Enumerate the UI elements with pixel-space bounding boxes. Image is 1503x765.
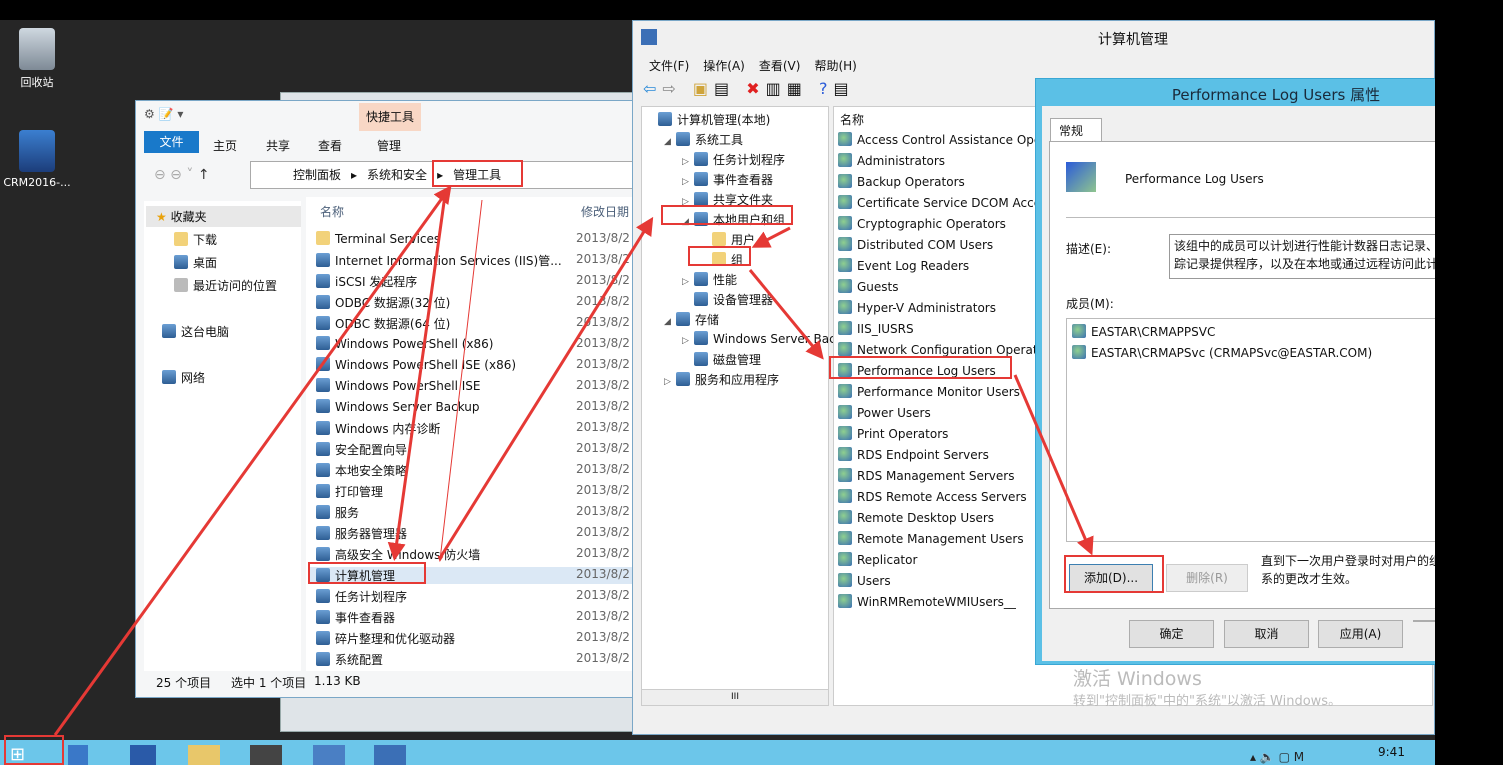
arrow bbox=[438, 216, 654, 559]
arrow bbox=[387, 194, 447, 561]
arrow bbox=[751, 226, 791, 248]
arrow bbox=[1013, 374, 1094, 556]
annotation-arrows bbox=[53, 185, 1094, 736]
arrow bbox=[53, 185, 452, 736]
arrow bbox=[748, 269, 824, 360]
arrow bbox=[437, 199, 483, 562]
